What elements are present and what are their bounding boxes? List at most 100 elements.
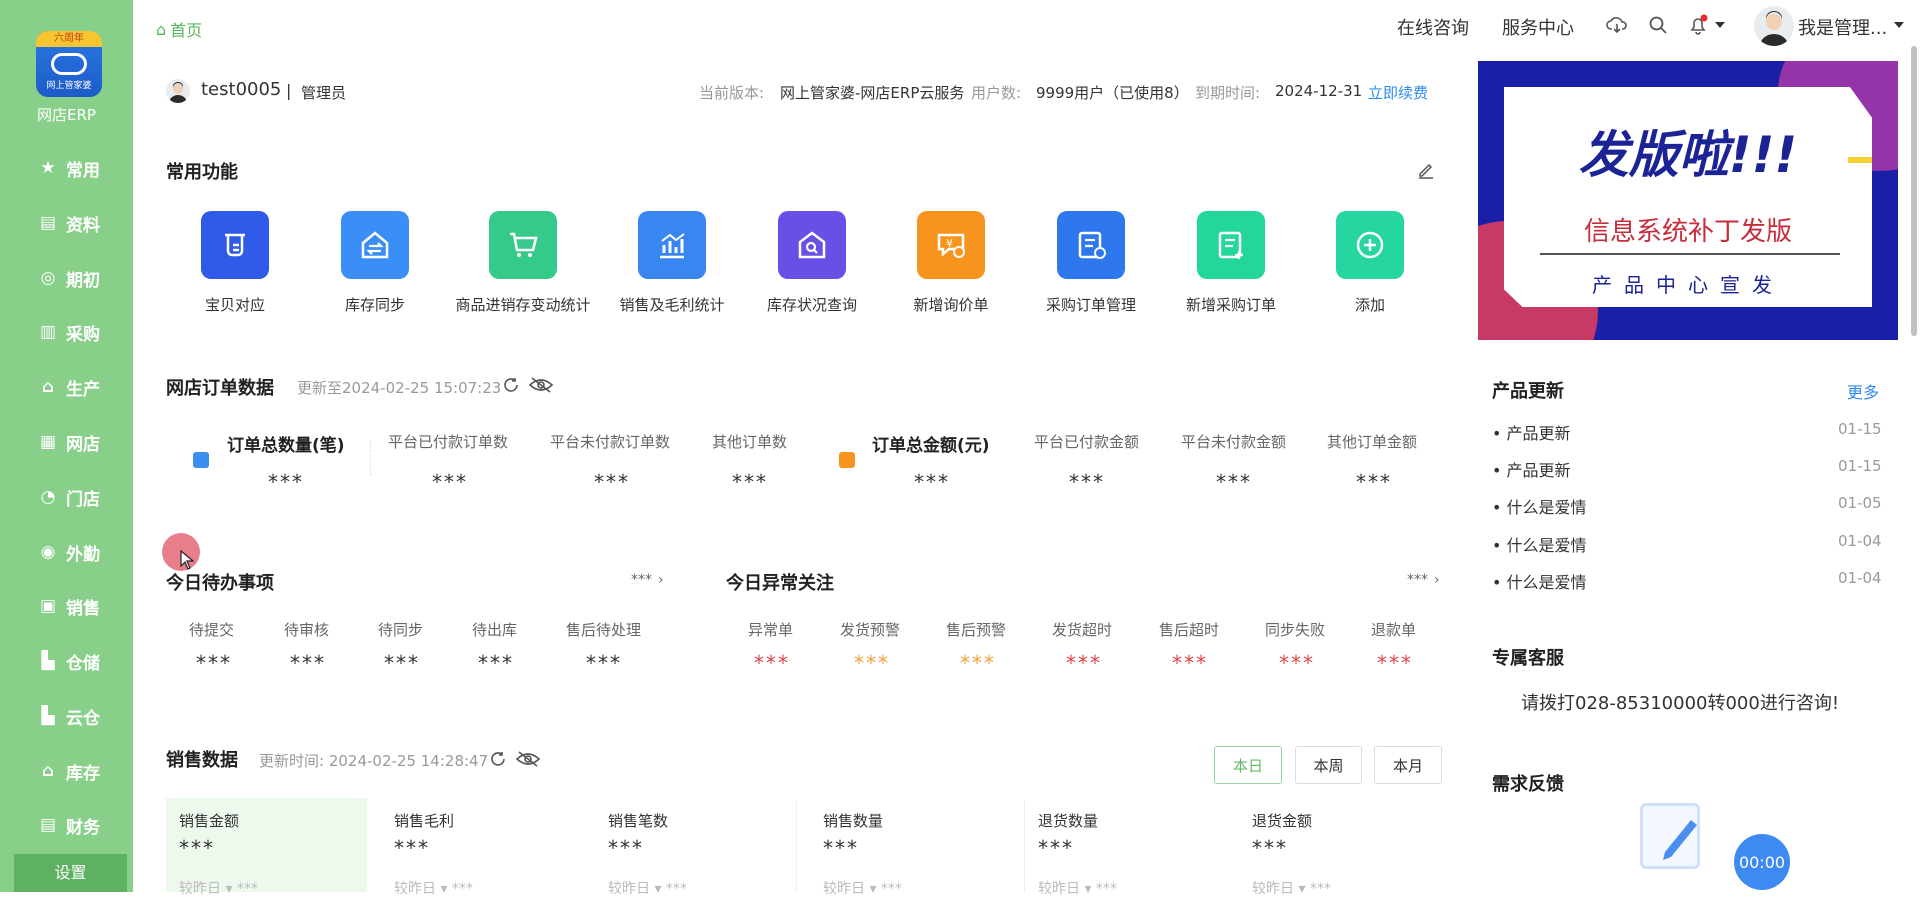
chevron-right-icon: ›: [658, 572, 664, 588]
quick-item-stock-sync[interactable]: 库存同步: [300, 211, 450, 315]
update-date: 01-15: [1838, 420, 1882, 438]
user-name[interactable]: 我是管理...: [1798, 14, 1887, 40]
quick-item-new-inquiry[interactable]: ¥ 新增询价单: [876, 211, 1026, 315]
sales-card-compare: 较昨日 ▾ ***: [1252, 881, 1331, 897]
breadcrumb[interactable]: ⌂ 首页: [156, 17, 202, 41]
sidebar-item-production[interactable]: ⌂ 生产: [38, 374, 100, 400]
update-item[interactable]: • 什么是爱情: [1492, 532, 1587, 556]
update-label: 什么是爱情: [1506, 498, 1587, 517]
renew-link[interactable]: 立即续费: [1368, 82, 1428, 103]
service-center-link[interactable]: 服务中心: [1502, 14, 1574, 40]
edit-icon[interactable]: [1415, 159, 1437, 181]
sidebar-item-common[interactable]: ★ 常用: [38, 155, 100, 181]
period-week-button[interactable]: 本周: [1295, 746, 1362, 784]
todo-value[interactable]: ***: [384, 651, 420, 675]
alert-value[interactable]: ***: [1377, 651, 1413, 675]
chevron-down-icon[interactable]: [1713, 14, 1727, 36]
sidebar-item-label: 云仓: [66, 708, 100, 729]
sales-card-label: 退货数量: [1038, 812, 1099, 830]
updates-more-link[interactable]: 更多: [1847, 379, 1879, 403]
timer-badge[interactable]: 00:00: [1734, 834, 1790, 890]
todo-value[interactable]: ***: [478, 651, 514, 675]
quick-item-product-mapping[interactable]: 宝贝对应: [160, 211, 310, 315]
sidebar-item-purchase[interactable]: ▥ 采购: [38, 319, 100, 345]
settings-button[interactable]: 设置: [14, 854, 127, 892]
sidebar-item-shop[interactable]: ◔ 门店: [38, 484, 100, 510]
update-item[interactable]: • 什么是爱情: [1492, 494, 1587, 518]
sidebar-item-field[interactable]: ◉ 外勤: [38, 539, 100, 565]
todo-more-link[interactable]: *** ›: [631, 572, 664, 588]
period-month-button[interactable]: 本月: [1374, 746, 1442, 784]
order-count-value: ***: [268, 470, 304, 494]
todo-value[interactable]: ***: [586, 651, 622, 675]
alert-value[interactable]: ***: [754, 651, 790, 675]
alert-label: 售后超时: [1159, 621, 1220, 639]
stat-value: ***: [594, 470, 630, 494]
todo-label: 售后待处理: [566, 621, 642, 639]
banner-rule: [1540, 253, 1840, 255]
alert-value[interactable]: ***: [1066, 651, 1102, 675]
alert-value[interactable]: ***: [960, 651, 996, 675]
quick-item-new-po[interactable]: 新增采购订单: [1156, 211, 1306, 315]
purchase-icon: ▥: [39, 322, 57, 342]
stat-value: ***: [1356, 470, 1392, 494]
cart-chart-icon: [489, 211, 557, 279]
sales-title: 销售数据: [166, 750, 238, 771]
bell-icon[interactable]: [1687, 14, 1709, 36]
sidebar-item-inventory[interactable]: ⌂ 库存: [38, 758, 100, 784]
search-icon[interactable]: [1647, 14, 1669, 36]
version-label: 当前版本:: [699, 84, 765, 102]
quick-item-add[interactable]: 添加: [1295, 211, 1445, 315]
quick-item-po-manage[interactable]: 采购订单管理: [1016, 211, 1166, 315]
scrollbar[interactable]: [1911, 46, 1917, 336]
eye-hidden-icon[interactable]: [515, 748, 541, 770]
alert-value[interactable]: ***: [854, 651, 890, 675]
online-consult-link[interactable]: 在线咨询: [1397, 14, 1469, 40]
avatar[interactable]: [1754, 6, 1794, 46]
logo-badge: 六周年: [36, 31, 102, 47]
update-item[interactable]: • 什么是爱情: [1492, 569, 1587, 593]
app-logo[interactable]: 六周年 网上管家婆: [36, 31, 102, 97]
sidebar-item-finance[interactable]: ▤ 财务: [38, 812, 100, 838]
quick-item-goods-stats[interactable]: 商品进销存变动统计: [448, 211, 598, 315]
sidebar-item-initial[interactable]: ◎ 期初: [38, 265, 100, 291]
quick-item-label: 商品进销存变动统计: [455, 296, 591, 314]
refresh-icon[interactable]: [500, 374, 522, 396]
update-date: 01-15: [1838, 457, 1882, 475]
chevron-down-icon[interactable]: [1892, 14, 1906, 36]
alerts-more-link[interactable]: *** ›: [1407, 572, 1440, 588]
order-count-title: 订单总数量(笔): [227, 436, 345, 456]
release-banner[interactable]: 发版啦!!! 信息系统补丁发版 产品中心宣发: [1478, 61, 1898, 340]
quick-item-label: 销售及毛利统计: [619, 296, 725, 314]
alert-value[interactable]: ***: [1279, 651, 1315, 675]
alert-value[interactable]: ***: [1172, 651, 1208, 675]
sidebar-item-warehouse[interactable]: ▙ 仓储: [38, 648, 100, 674]
sidebar-item-label: 门店: [66, 489, 100, 510]
update-item[interactable]: • 产品更新: [1492, 420, 1571, 444]
quick-item-label: 库存同步: [344, 296, 405, 314]
banner-footer: 产品中心宣发: [1592, 273, 1784, 297]
quick-item-sales-profit[interactable]: 销售及毛利统计: [597, 211, 747, 315]
sidebar-item-store[interactable]: ▦ 网店: [38, 429, 100, 455]
sidebar-item-label: 仓储: [66, 653, 100, 674]
cloud-download-icon[interactable]: [1606, 14, 1628, 36]
banner-subtitle: 信息系统补丁发版: [1583, 217, 1792, 247]
update-date: 01-05: [1838, 494, 1882, 512]
sidebar-item-sales[interactable]: ▣ 销售: [38, 593, 100, 619]
update-item[interactable]: • 产品更新: [1492, 457, 1571, 481]
feedback-edit-icon[interactable]: [1640, 803, 1700, 869]
todo-value[interactable]: ***: [290, 651, 326, 675]
alert-label: 售后预警: [946, 621, 1007, 639]
quick-item-stock-query[interactable]: 库存状况查询: [737, 211, 887, 315]
sidebar-item-data[interactable]: ▤ 资料: [38, 210, 100, 236]
eye-hidden-icon[interactable]: [528, 374, 554, 396]
alerts-more: ***: [1407, 572, 1428, 588]
period-today-button[interactable]: 本日: [1214, 746, 1282, 784]
product-mapping-icon: [201, 211, 269, 279]
refresh-icon[interactable]: [487, 748, 509, 770]
finance-icon: ▤: [39, 815, 57, 835]
todo-value[interactable]: ***: [196, 651, 232, 675]
document-icon: ▤: [39, 213, 57, 233]
sidebar-item-cloud-warehouse[interactable]: ▙ 云仓: [38, 703, 100, 729]
sales-card-label: 销售毛利: [394, 812, 455, 830]
